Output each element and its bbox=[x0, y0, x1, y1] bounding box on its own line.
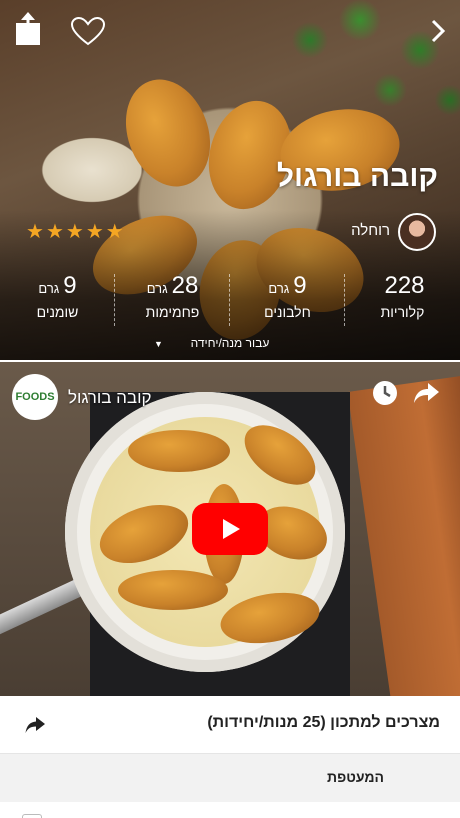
nutrition-calories: 228 קלוריות bbox=[345, 272, 460, 328]
heart-icon[interactable] bbox=[70, 16, 106, 46]
caret-down-icon[interactable]: ▼ bbox=[154, 339, 163, 349]
share-icon[interactable] bbox=[14, 12, 42, 46]
nutrition-label: שומנים bbox=[36, 304, 79, 320]
nutrition-unit: גרם bbox=[268, 281, 290, 296]
author-name[interactable]: רוחלה bbox=[351, 222, 390, 239]
nutrition-summary: 228 קלוריות 9 גרם חלבונים 28 גרם פחמימות… bbox=[0, 272, 460, 328]
per-serving-toggle[interactable]: עבור מנה/יחידה bbox=[0, 336, 460, 350]
nutrition-unit: גרם bbox=[38, 281, 60, 296]
nutrition-label: חלבונים bbox=[264, 304, 311, 320]
ingredient-row bbox=[0, 802, 460, 818]
nutrition-protein: 9 גרם חלבונים bbox=[230, 272, 345, 328]
nutrition-carbs: 28 גרם פחמימות bbox=[115, 272, 230, 328]
recipe-hero: קובה בורגול רוחלה ★ ★ ★ ★ ★ 228 קלוריות … bbox=[0, 0, 460, 360]
rating-stars: ★ ★ ★ ★ ★ bbox=[26, 222, 124, 242]
nutrition-label: פחמימות bbox=[145, 304, 200, 320]
nutrition-value: 228 bbox=[384, 272, 425, 299]
nutrition-value: 28 bbox=[171, 272, 199, 299]
nutrition-fat: 9 גרם שומנים bbox=[0, 272, 115, 328]
ingredient-checkbox[interactable] bbox=[22, 814, 42, 818]
author-avatar[interactable] bbox=[398, 213, 436, 251]
nutrition-label: קלוריות bbox=[380, 304, 425, 320]
per-serving-label: עבור מנה/יחידה bbox=[190, 336, 270, 350]
cutting-board-decoration bbox=[347, 375, 460, 696]
youtube-play-icon bbox=[223, 519, 240, 539]
clock-icon[interactable] bbox=[372, 380, 398, 406]
recipe-title: קובה בורגול bbox=[276, 160, 438, 193]
star-icon: ★ bbox=[65, 221, 84, 243]
recipe-video[interactable]: FOODS קובה בורגול bbox=[0, 362, 460, 696]
ingredients-section-header: המעטפת bbox=[0, 754, 460, 802]
share-icon[interactable] bbox=[412, 380, 440, 406]
channel-logo[interactable]: FOODS bbox=[12, 374, 58, 420]
star-icon: ★ bbox=[105, 221, 124, 243]
nutrition-value: 9 bbox=[293, 272, 307, 299]
nutrition-value: 9 bbox=[63, 272, 77, 299]
star-icon: ★ bbox=[26, 221, 44, 243]
nutrition-unit: גרם bbox=[146, 281, 168, 296]
section-title: המעטפת bbox=[327, 769, 384, 785]
star-icon: ★ bbox=[85, 221, 104, 243]
chevron-right-icon[interactable] bbox=[428, 18, 448, 44]
share-icon[interactable] bbox=[24, 715, 46, 735]
ingredients-header: מצרכים למתכון (25 מנות/יחידות) bbox=[0, 696, 460, 754]
hero-croquette bbox=[111, 67, 225, 199]
ingredients-title: מצרכים למתכון (25 מנות/יחידות) bbox=[207, 714, 440, 731]
video-croquette bbox=[128, 430, 230, 472]
star-icon: ★ bbox=[45, 221, 64, 243]
video-title[interactable]: קובה בורגול bbox=[68, 388, 152, 408]
video-croquette bbox=[118, 570, 228, 610]
youtube-play-button[interactable] bbox=[192, 503, 268, 555]
